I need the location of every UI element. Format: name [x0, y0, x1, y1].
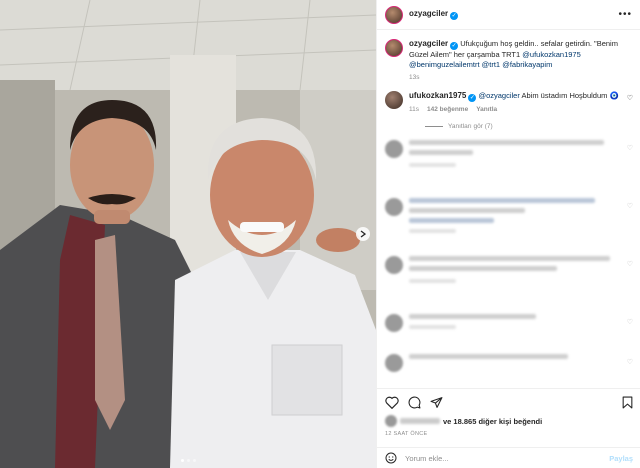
blurred-comment: ♡ — [385, 256, 633, 302]
blurred-avatar — [385, 354, 403, 372]
photo-image — [0, 0, 376, 468]
add-comment-bar: Paylaş — [377, 447, 640, 468]
likes-summary[interactable]: ve 18.865 diğer kişi beğendi — [385, 415, 633, 427]
post-header: ozyagciler ✓ ••• — [377, 0, 640, 30]
caption-meta: 13s — [409, 73, 633, 83]
author-username-text[interactable]: ozyagciler — [409, 9, 448, 18]
blurred-comment: ♡ — [385, 198, 633, 244]
comment-heart-icon[interactable]: ♡ — [627, 256, 633, 302]
carousel-dots — [0, 459, 376, 462]
post-comment-button[interactable]: Paylaş — [609, 454, 633, 463]
see-replies-button[interactable]: Yanıtları gör (7) — [425, 123, 633, 130]
action-icons — [385, 389, 633, 415]
blurred-text — [409, 256, 621, 302]
comment-avatar[interactable] — [385, 91, 403, 109]
post-actions: ve 18.865 diğer kişi beğendi 12 SAAT ÖNC… — [377, 388, 640, 437]
carousel-dot — [180, 459, 184, 462]
chevron-right-icon — [360, 230, 366, 238]
blurred-text — [409, 314, 621, 342]
caption-avatar[interactable] — [385, 39, 403, 57]
comment-item: ufukozkan1975 ✓ @ozyagciler Abim üstadım … — [385, 91, 633, 115]
blurred-avatar — [385, 198, 403, 216]
more-icon[interactable]: ••• — [618, 9, 632, 20]
comment-body: ufukozkan1975 ✓ @ozyagciler Abim üstadım … — [409, 91, 621, 115]
comment-likes[interactable]: 142 beğenme — [427, 105, 468, 115]
caption-link[interactable]: @fabrikayapim — [502, 60, 552, 69]
heart-icon[interactable] — [385, 396, 399, 409]
verified-icon: ✓ — [468, 94, 477, 102]
blurred-comment: ♡ — [385, 140, 633, 186]
post-side-panel: ozyagciler ✓ ••• ozyagciler ✓ Ufukçuğum ho… — [376, 0, 640, 468]
carousel-dot — [186, 459, 190, 462]
post-time[interactable]: 12 SAAT ÖNCE — [385, 431, 633, 437]
liker-avatar — [385, 415, 397, 427]
comment-heart-icon[interactable]: ♡ — [627, 91, 633, 115]
comment-heart-icon[interactable]: ♡ — [627, 140, 633, 186]
blurred-comment: ♡ — [385, 354, 633, 374]
bookmark-icon[interactable] — [622, 396, 633, 409]
reply-button[interactable]: Yanıtla — [476, 105, 497, 115]
comment-time[interactable]: 11s — [409, 105, 419, 115]
verified-icon: ✓ — [450, 12, 459, 20]
blurred-comment: ♡ — [385, 314, 633, 342]
carousel-dot — [192, 459, 196, 462]
caption-link[interactable]: @benimguzelailemtrt — [409, 60, 480, 69]
blurred-avatar — [385, 140, 403, 158]
blurred-text — [409, 354, 621, 374]
caption-time[interactable]: 13s — [409, 73, 419, 83]
comment-text: Abim üstadım Hoşbuldum — [521, 91, 608, 100]
comment-input[interactable] — [405, 453, 602, 463]
comment-mention[interactable]: @ozyagciler — [478, 91, 519, 100]
comment-heart-icon[interactable]: ♡ — [627, 314, 633, 342]
author-avatar[interactable] — [385, 5, 403, 24]
caption-body: ozyagciler ✓ Ufukçuğum hoş geldin.. sefal… — [409, 39, 633, 83]
comments-list[interactable]: ozyagciler ✓ Ufukçuğum hoş geldin.. sefal… — [377, 31, 640, 387]
comment-username[interactable]: ufukozkan1975 — [409, 91, 466, 100]
blurred-avatar — [385, 256, 403, 274]
nazar-emoji-icon: 🧿 — [609, 91, 619, 100]
caption-link[interactable]: @trt1 — [482, 60, 500, 69]
verified-icon: ✓ — [450, 42, 459, 50]
caption: ozyagciler ✓ Ufukçuğum hoş geldin.. sefal… — [385, 39, 633, 83]
caption-username[interactable]: ozyagciler — [409, 39, 448, 48]
blurred-avatar — [385, 314, 403, 332]
next-photo-button[interactable] — [356, 227, 370, 241]
see-replies-text[interactable]: Yanıtları gör (7) — [448, 123, 493, 130]
blurred-text — [409, 198, 621, 244]
comment-meta: 11s 142 beğenme Yanıtla — [409, 105, 621, 115]
likes-text[interactable]: ve 18.865 diğer kişi beğendi — [443, 417, 542, 426]
comment-heart-icon[interactable]: ♡ — [627, 198, 633, 244]
comment-heart-icon[interactable]: ♡ — [627, 354, 633, 374]
share-icon[interactable] — [430, 396, 443, 409]
liker-name-blurred — [400, 418, 440, 424]
author-username[interactable]: ozyagciler ✓ — [409, 9, 459, 20]
caption-link[interactable]: @ufukozkan1975 — [522, 50, 581, 59]
post-photo[interactable] — [0, 0, 376, 468]
emoji-icon[interactable] — [385, 452, 397, 464]
blurred-text — [409, 140, 621, 186]
comment-icon[interactable] — [408, 396, 421, 409]
